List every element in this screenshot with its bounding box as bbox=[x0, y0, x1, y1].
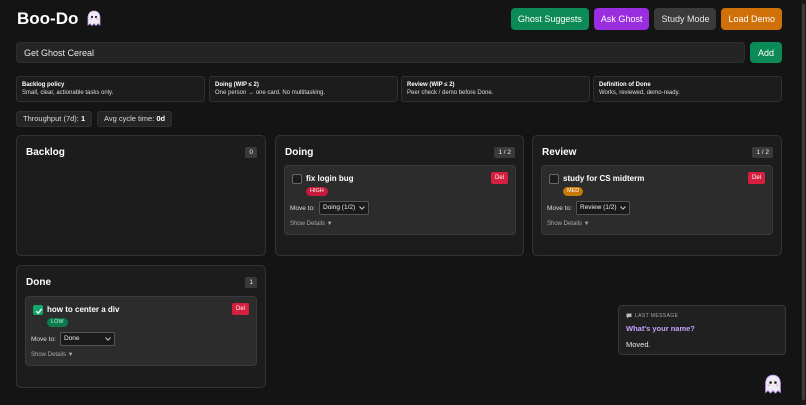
app-title-text: Boo-Do bbox=[17, 9, 79, 28]
chevron-down-icon bbox=[620, 206, 627, 210]
task-title: study for CS midterm bbox=[563, 174, 645, 183]
column-count-badge: 1 / 2 bbox=[752, 147, 773, 158]
priority-badge: MED bbox=[563, 187, 584, 196]
column-backlog: Backlog 0 bbox=[16, 135, 266, 256]
priority-badge: HIGH bbox=[306, 187, 328, 196]
ask-ghost-button[interactable]: Ask Ghost bbox=[593, 8, 650, 30]
delete-button[interactable]: Del bbox=[747, 172, 765, 184]
chevron-down-icon bbox=[105, 337, 111, 341]
policy-text: Small, clear, actionable tasks only. bbox=[22, 90, 114, 96]
policy-backlog: Backlog policy Small, clear, actionable … bbox=[16, 76, 205, 102]
load-demo-button[interactable]: Load Demo bbox=[721, 8, 782, 30]
last-message-header: LAST MESSAGE bbox=[626, 313, 678, 319]
move-to-value: Review (1/2) bbox=[580, 204, 617, 211]
move-to-select[interactable]: Done bbox=[60, 332, 115, 346]
ghost-icon[interactable] bbox=[763, 374, 783, 396]
move-to-value: Doing (1/2) bbox=[323, 204, 356, 211]
column-title: Review bbox=[542, 147, 577, 158]
throughput-metric: Throughput (7d): 1 bbox=[16, 111, 93, 127]
policy-title: Doing (WIP ≤ 2) bbox=[215, 82, 259, 88]
scrollbar[interactable] bbox=[801, 0, 806, 405]
column-doing: Doing 1 / 2 fix login bug Del HIGH Move … bbox=[275, 135, 524, 256]
last-message-panel: LAST MESSAGE What's your name? Moved. bbox=[618, 305, 786, 355]
task-card[interactable]: study for CS midterm Del MED Move to: Re… bbox=[541, 165, 773, 235]
study-mode-button[interactable]: Study Mode bbox=[654, 8, 717, 30]
throughput-value: 1 bbox=[80, 114, 86, 123]
policy-text: Works, reviewed, demo-ready. bbox=[599, 90, 680, 96]
column-title: Doing bbox=[285, 147, 314, 158]
cycle-time-value: 0d bbox=[156, 114, 166, 123]
delete-button[interactable]: Del bbox=[231, 303, 249, 315]
show-details-toggle[interactable]: Show Details ▼ bbox=[290, 221, 333, 227]
scrollbar-thumb[interactable] bbox=[802, 4, 805, 400]
chat-icon bbox=[626, 313, 632, 319]
policy-text: Peer check / demo before Done. bbox=[407, 90, 494, 96]
move-to-select[interactable]: Doing (1/2) bbox=[319, 201, 370, 215]
show-details-toggle[interactable]: Show Details ▼ bbox=[547, 221, 590, 227]
policy-doing: Doing (WIP ≤ 2) One person → one card. N… bbox=[209, 76, 398, 102]
cycle-time-label: Avg cycle time: bbox=[104, 114, 155, 123]
delete-button[interactable]: Del bbox=[490, 172, 508, 184]
new-task-input[interactable] bbox=[16, 42, 745, 63]
policy-title: Backlog policy bbox=[22, 82, 65, 88]
app-title: Boo-Do bbox=[17, 9, 102, 29]
show-details-toggle[interactable]: Show Details ▼ bbox=[31, 352, 74, 358]
last-message-question: What's your name? bbox=[626, 324, 695, 333]
chevron-down-icon bbox=[359, 206, 366, 210]
column-count-badge: 0 bbox=[245, 147, 257, 158]
move-to-select[interactable]: Review (1/2) bbox=[576, 201, 631, 215]
move-to-label: Move to: bbox=[31, 336, 56, 343]
check-icon bbox=[35, 308, 43, 315]
column-done: Done 1 how to center a div Del LOW Move … bbox=[16, 265, 266, 388]
column-title: Backlog bbox=[26, 147, 65, 158]
priority-badge: LOW bbox=[47, 318, 68, 327]
task-checkbox[interactable] bbox=[292, 174, 302, 184]
task-card[interactable]: how to center a div Del LOW Move to: Don… bbox=[25, 296, 257, 366]
policy-done: Definition of Done Works, reviewed, demo… bbox=[593, 76, 782, 102]
policy-title: Review (WIP ≤ 2) bbox=[407, 82, 455, 88]
add-task-button[interactable]: Add bbox=[750, 42, 782, 63]
move-to-value: Done bbox=[64, 335, 80, 342]
task-title: fix login bug bbox=[306, 174, 354, 183]
column-count-badge: 1 bbox=[245, 277, 257, 288]
policy-text: One person → one card. No multitasking. bbox=[215, 90, 326, 96]
ghost-suggests-button[interactable]: Ghost Suggests bbox=[510, 8, 589, 30]
task-checkbox[interactable] bbox=[549, 174, 559, 184]
task-checkbox[interactable] bbox=[33, 305, 43, 315]
throughput-label: Throughput (7d): bbox=[23, 114, 79, 123]
column-review: Review 1 / 2 study for CS midterm Del ME… bbox=[532, 135, 782, 256]
move-to-label: Move to: bbox=[290, 205, 315, 212]
task-card[interactable]: fix login bug Del HIGH Move to: Doing (1… bbox=[284, 165, 516, 235]
column-title: Done bbox=[26, 277, 51, 288]
ghost-icon bbox=[87, 10, 101, 27]
policy-review: Review (WIP ≤ 2) Peer check / demo befor… bbox=[401, 76, 590, 102]
top-actions: Ghost Suggests Ask Ghost Study Mode Load… bbox=[510, 8, 782, 30]
cycle-time-metric: Avg cycle time: 0d bbox=[97, 111, 173, 127]
move-to-label: Move to: bbox=[547, 205, 572, 212]
last-message-answer: Moved. bbox=[626, 340, 651, 349]
policy-title: Definition of Done bbox=[599, 82, 651, 88]
task-title: how to center a div bbox=[47, 305, 120, 314]
column-count-badge: 1 / 2 bbox=[494, 147, 515, 158]
last-message-label: LAST MESSAGE bbox=[635, 313, 679, 319]
